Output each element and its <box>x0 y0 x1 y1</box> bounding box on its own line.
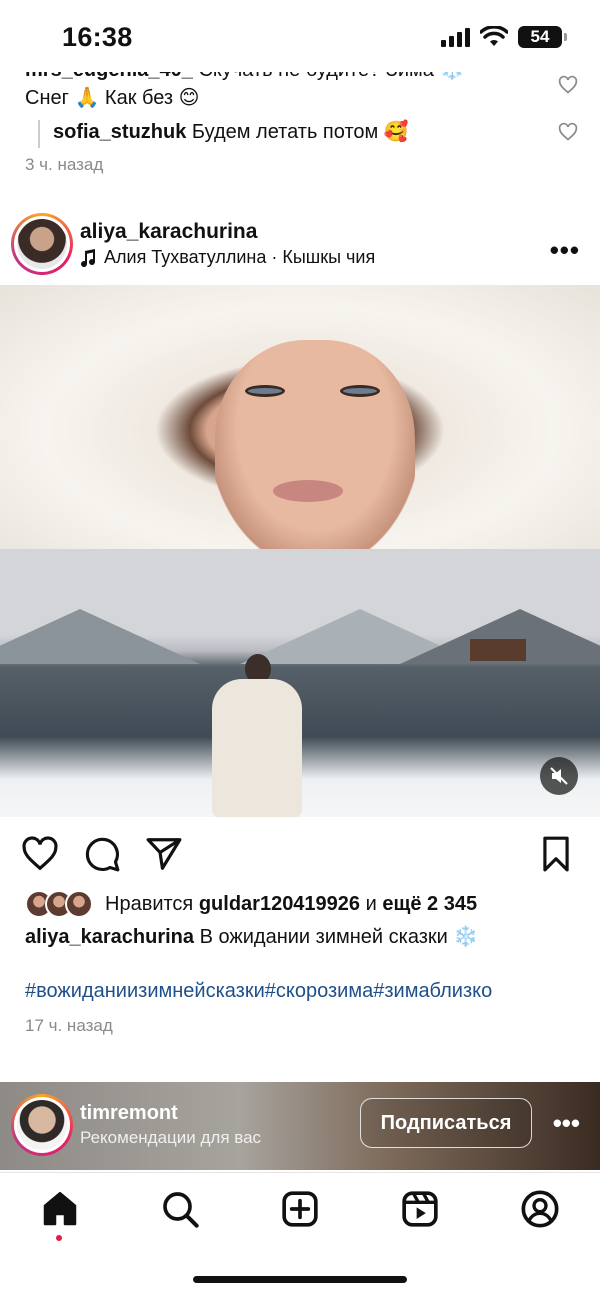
likes-user[interactable]: guldar120419926 <box>199 893 360 916</box>
photo-lips <box>273 480 343 502</box>
post-header: aliya_karachurina Алия Тухватуллина · Кы… <box>0 205 600 283</box>
post-actions <box>0 833 600 877</box>
likes-count[interactable]: ещё 2 345 <box>382 893 477 916</box>
post-music[interactable]: Алия Тухватуллина · Кышкы чия <box>80 247 375 268</box>
profile-icon[interactable] <box>520 1189 560 1229</box>
post-more-options-icon[interactable]: ••• <box>550 235 580 266</box>
comments-time: 3 ч. назад <box>25 155 104 174</box>
music-note-icon <box>81 248 96 267</box>
comment-like-heart-icon[interactable] <box>558 75 578 95</box>
home-icon[interactable] <box>40 1189 80 1229</box>
speaker-muted-icon <box>550 767 568 785</box>
author-avatar[interactable] <box>11 213 73 275</box>
reels-icon[interactable] <box>400 1189 440 1229</box>
wifi-icon <box>480 26 508 46</box>
follow-button[interactable]: Подписаться <box>360 1098 532 1148</box>
comment-reply[interactable]: sofia_stuzhuk Будем летать потом 🥰 <box>53 119 409 145</box>
photo-person <box>212 679 302 817</box>
comment-continuation: Снег 🙏 Как без 😊 <box>25 87 200 109</box>
likes-summary[interactable]: Нравится guldar120419926 и ещё 2 345 <box>25 890 477 918</box>
suggested-more-options-icon[interactable]: ••• <box>553 1108 580 1139</box>
save-bookmark-icon[interactable] <box>537 835 575 873</box>
reply-username[interactable]: sofia_stuzhuk <box>53 121 186 143</box>
reply-thread-line <box>38 120 40 148</box>
suggested-account-banner: timremont Рекомендации для вас Подписать… <box>0 1082 600 1170</box>
photo-eye-right <box>340 385 380 397</box>
photo-cabin <box>470 639 526 661</box>
status-time: 16:38 <box>62 22 133 52</box>
photo-face <box>215 340 415 560</box>
post-media[interactable] <box>0 285 600 817</box>
search-icon[interactable] <box>160 1189 200 1229</box>
cellular-signal-icon <box>441 27 470 47</box>
battery-indicator: 54 <box>518 26 567 48</box>
photo-mountain <box>0 609 200 664</box>
active-tab-indicator <box>56 1235 62 1241</box>
caption-username[interactable]: aliya_karachurina <box>25 926 194 948</box>
photo-portrait <box>0 285 600 560</box>
post-caption: aliya_karachurina В ожидании зимней сказ… <box>25 924 478 949</box>
post-author-name[interactable]: aliya_karachurina <box>80 220 257 244</box>
status-icons: 54 <box>441 26 567 48</box>
comment-bubble-icon[interactable] <box>83 835 121 873</box>
like-heart-icon[interactable] <box>21 835 59 873</box>
likes-prefix: Нравится <box>105 892 194 915</box>
suggested-subtitle: Рекомендации для вас <box>80 1128 262 1147</box>
post-time: 17 ч. назад <box>25 1016 113 1035</box>
comments-preview: mrs_eugenia_40_ Скучать не будите? Зима … <box>0 55 600 185</box>
photo-eye-left <box>245 385 285 397</box>
author-avatar-image <box>17 219 67 269</box>
caption-text: В ожидании зимней сказки ❄️ <box>199 926 479 948</box>
likes-and: и <box>365 892 377 915</box>
music-label: Алия Тухватуллина · Кышкы чия <box>104 247 376 267</box>
post-hashtags[interactable]: #вожиданиизимнейсказки#скорозима#зимабли… <box>25 980 492 1003</box>
share-send-icon[interactable] <box>145 835 183 873</box>
liker-avatars <box>25 890 93 918</box>
status-bar: 16:38 54 <box>0 0 600 72</box>
mute-toggle-button[interactable] <box>540 757 578 795</box>
suggested-avatar-image <box>17 1100 67 1150</box>
create-post-icon[interactable] <box>280 1189 320 1229</box>
home-indicator[interactable] <box>193 1276 407 1283</box>
reply-like-heart-icon[interactable] <box>558 122 578 142</box>
reply-text: Будем летать потом 🥰 <box>191 121 409 143</box>
suggested-username[interactable]: timremont <box>80 1102 178 1125</box>
suggested-avatar[interactable] <box>11 1094 73 1156</box>
liker-avatar <box>65 890 93 918</box>
photo-lake-landscape <box>0 549 600 817</box>
